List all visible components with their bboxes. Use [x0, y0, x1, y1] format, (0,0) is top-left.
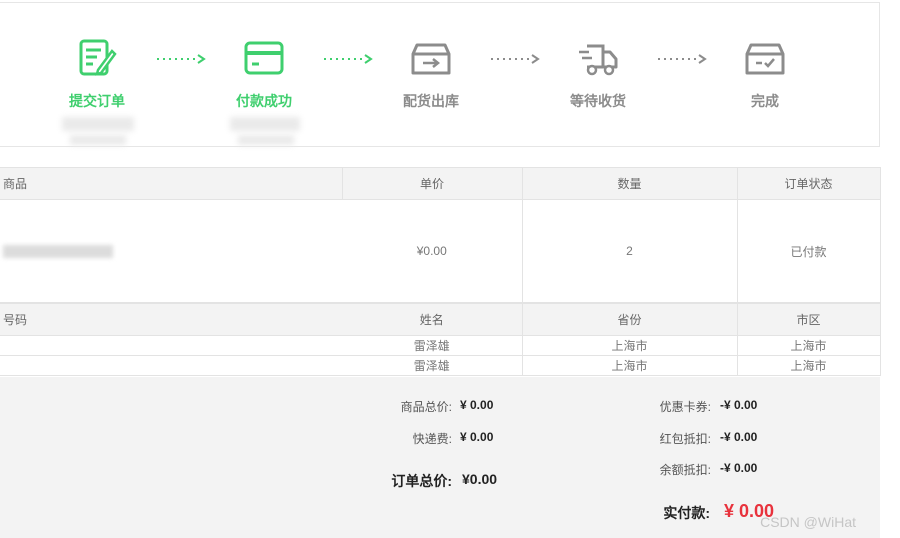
- name-cell: 雷泽雄: [342, 335, 523, 356]
- dotted-arrow-icon: [658, 54, 707, 64]
- column-header-quantity: 数量: [521, 167, 738, 200]
- unit-price-cell: ¥0.00: [342, 199, 523, 303]
- table-row: 雷泽雄 上海市 上海市: [0, 355, 881, 376]
- step-picking-outbound: 配货出库: [391, 37, 471, 111]
- column-header-province: 省份: [521, 303, 738, 336]
- table-row: 雷泽雄 上海市 上海市: [0, 335, 881, 356]
- step-label: 配货出库: [403, 93, 459, 109]
- province-cell: 上海市: [521, 335, 738, 356]
- order-summary: 商品总价: ¥ 0.00 快递费: ¥ 0.00 订单总价: ¥0.00 优惠卡…: [0, 377, 880, 538]
- blurred-timestamp: [70, 135, 126, 145]
- phone-cell: [0, 335, 342, 356]
- blurred-goods-name: [3, 244, 113, 258]
- truck-icon: [579, 44, 618, 76]
- column-header-phone: 号码: [0, 303, 342, 336]
- column-header-city: 市区: [736, 303, 881, 336]
- order-status-link[interactable]: 已付款: [736, 199, 881, 303]
- watermark: CSDN @WiHat: [760, 514, 856, 530]
- step-label: 提交订单: [69, 93, 125, 109]
- coupon-label: 优惠卡券:: [659, 400, 711, 414]
- edit-document-icon: [79, 39, 117, 76]
- coupon-value: -¥ 0.00: [720, 398, 758, 412]
- step-waiting-receipt: 等待收货: [558, 37, 638, 111]
- step-payment-success: 付款成功: [224, 37, 304, 111]
- table-row: ¥0.00 2 已付款: [0, 199, 881, 303]
- goods-name-cell: [0, 199, 342, 303]
- order-progress-panel: 提交订单 付款成功 配货出库 等待收货 完成: [0, 2, 880, 147]
- balance-label: 余额抵扣:: [659, 463, 711, 477]
- column-header-unit-price: 单价: [341, 167, 523, 200]
- shipping-fee-value: ¥ 0.00: [460, 430, 494, 444]
- step-submit-order: 提交订单: [57, 37, 137, 111]
- blurred-timestamp: [238, 135, 294, 145]
- credit-card-icon: [244, 41, 284, 75]
- red-packet-value: -¥ 0.00: [720, 430, 758, 444]
- name-cell: 雷泽雄: [342, 355, 523, 376]
- shipping-fee-label: 快递费:: [412, 432, 452, 446]
- dotted-arrow-icon: [491, 54, 540, 64]
- goods-table: 商品 单价 数量 订单状态 ¥0.00 2 已付款: [0, 167, 881, 303]
- city-link[interactable]: 上海市: [736, 355, 881, 376]
- step-label: 付款成功: [236, 93, 292, 109]
- outbox-icon: [411, 43, 451, 75]
- step-label: 完成: [751, 93, 779, 109]
- order-total-label: 订单总价:: [391, 473, 452, 489]
- phone-cell: [0, 355, 342, 376]
- blurred-timestamp: [230, 117, 300, 131]
- red-packet-label: 红包抵扣:: [659, 432, 711, 446]
- table-header-row: 号码 姓名 省份 市区: [0, 303, 881, 336]
- dotted-arrow-icon: [324, 54, 373, 64]
- step-label: 等待收货: [570, 93, 626, 109]
- address-table: 号码 姓名 省份 市区 雷泽雄 上海市 上海市 雷泽雄 上海市 上海市: [0, 303, 881, 376]
- inbox-check-icon: [745, 43, 785, 75]
- column-header-goods: 商品: [0, 167, 343, 200]
- column-header-order-status: 订单状态: [736, 167, 881, 200]
- province-cell: 上海市: [521, 355, 738, 376]
- column-header-name: 姓名: [342, 303, 523, 336]
- quantity-cell: 2: [521, 199, 738, 303]
- order-total-value: ¥0.00: [462, 471, 498, 487]
- dotted-arrow-icon: [157, 54, 206, 64]
- step-completed: 完成: [725, 37, 805, 111]
- city-link[interactable]: 上海市: [736, 335, 881, 356]
- goods-total-label: 商品总价:: [400, 400, 452, 414]
- table-header-row: 商品 单价 数量 订单状态: [0, 167, 881, 200]
- balance-value: -¥ 0.00: [720, 461, 758, 475]
- goods-total-value: ¥ 0.00: [460, 398, 494, 412]
- blurred-timestamp: [62, 117, 134, 131]
- paid-amount-label: 实付款:: [663, 505, 710, 521]
